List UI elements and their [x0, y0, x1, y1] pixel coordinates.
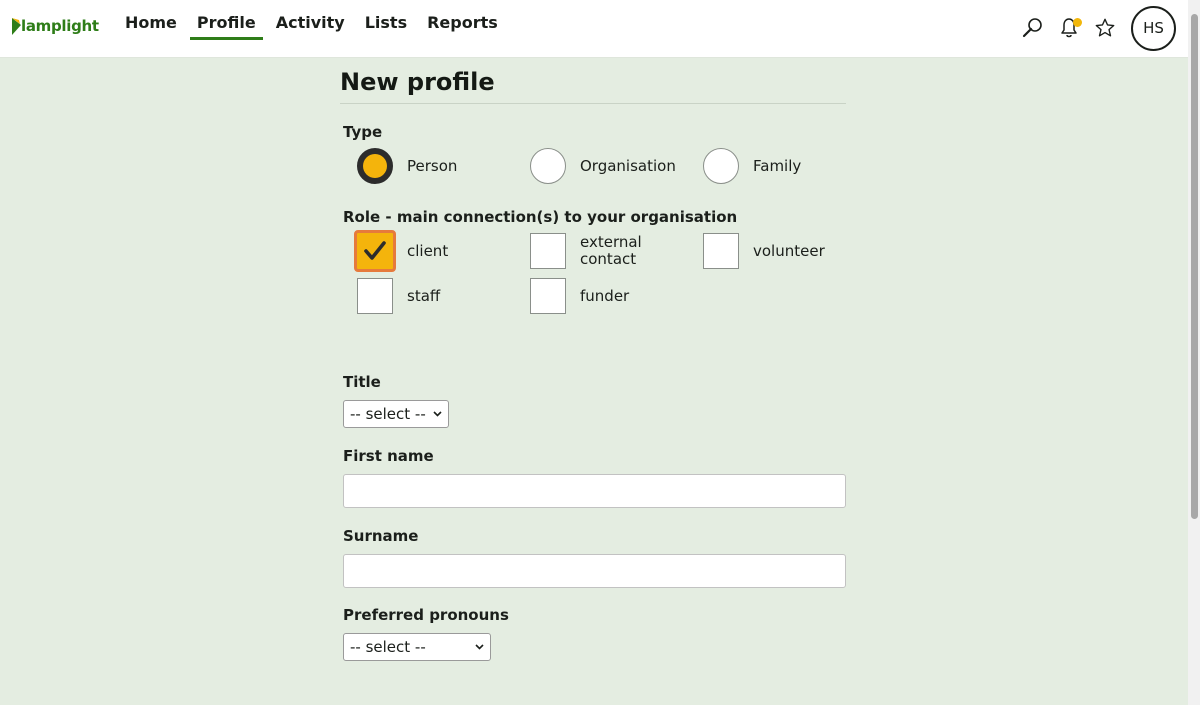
family-radio[interactable] [703, 148, 739, 184]
role-option-external-contact[interactable]: external contact [530, 233, 660, 269]
organisation-radio[interactable] [530, 148, 566, 184]
person-radio[interactable] [357, 148, 393, 184]
type-option-family[interactable]: Family [703, 148, 801, 184]
nav-activity[interactable]: Activity [269, 0, 352, 40]
role-option-funder[interactable]: funder [530, 278, 629, 314]
first-name-label: First name [343, 447, 434, 465]
main-nav: Home Profile Activity Lists Reports [118, 0, 511, 58]
page-scrollbar[interactable] [1188, 0, 1200, 705]
volunteer-checkbox[interactable] [703, 233, 739, 269]
nav-profile[interactable]: Profile [189, 0, 263, 40]
header-actions: HS [1015, 5, 1176, 51]
first-name-input[interactable] [343, 474, 846, 508]
nav-reports[interactable]: Reports [420, 0, 505, 40]
bell-icon[interactable] [1051, 10, 1087, 46]
new-profile-form: New profile Type Person Organisation Fam… [340, 58, 846, 661]
role-option-staff[interactable]: staff [357, 278, 440, 314]
staff-checkbox[interactable] [357, 278, 393, 314]
title-select[interactable]: -- select -- [343, 400, 449, 428]
user-avatar[interactable]: HS [1131, 5, 1176, 51]
type-option-organisation[interactable]: Organisation [530, 148, 676, 184]
surname-input[interactable] [343, 554, 846, 588]
role-label: Role - main connection(s) to your organi… [343, 208, 738, 226]
chevron-down-icon [433, 411, 442, 417]
nav-lists[interactable]: Lists [358, 0, 414, 40]
nav-home[interactable]: Home [118, 0, 184, 40]
type-option-person[interactable]: Person [357, 148, 457, 184]
client-checkbox[interactable] [354, 230, 396, 272]
top-navigation-bar: lamplight Home Profile Activity Lists Re… [0, 0, 1188, 58]
check-icon [364, 241, 386, 260]
notification-dot [1073, 18, 1082, 27]
role-option-client[interactable]: client [354, 230, 448, 272]
chevron-down-icon [475, 644, 484, 650]
title-label: Title [343, 373, 381, 391]
role-option-volunteer[interactable]: volunteer [703, 233, 825, 269]
page-title: New profile [340, 58, 846, 104]
pronouns-select[interactable]: -- select -- [343, 633, 491, 661]
star-icon[interactable] [1087, 10, 1123, 46]
search-icon[interactable] [1015, 10, 1051, 46]
external-contact-checkbox[interactable] [530, 233, 566, 269]
scrollbar-thumb[interactable] [1191, 14, 1198, 519]
logo-text: lamplight [21, 17, 99, 35]
pronouns-label: Preferred pronouns [343, 606, 509, 624]
type-label: Type [343, 123, 383, 141]
surname-label: Surname [343, 527, 419, 545]
funder-checkbox[interactable] [530, 278, 566, 314]
lamplight-logo[interactable]: lamplight [9, 10, 99, 36]
